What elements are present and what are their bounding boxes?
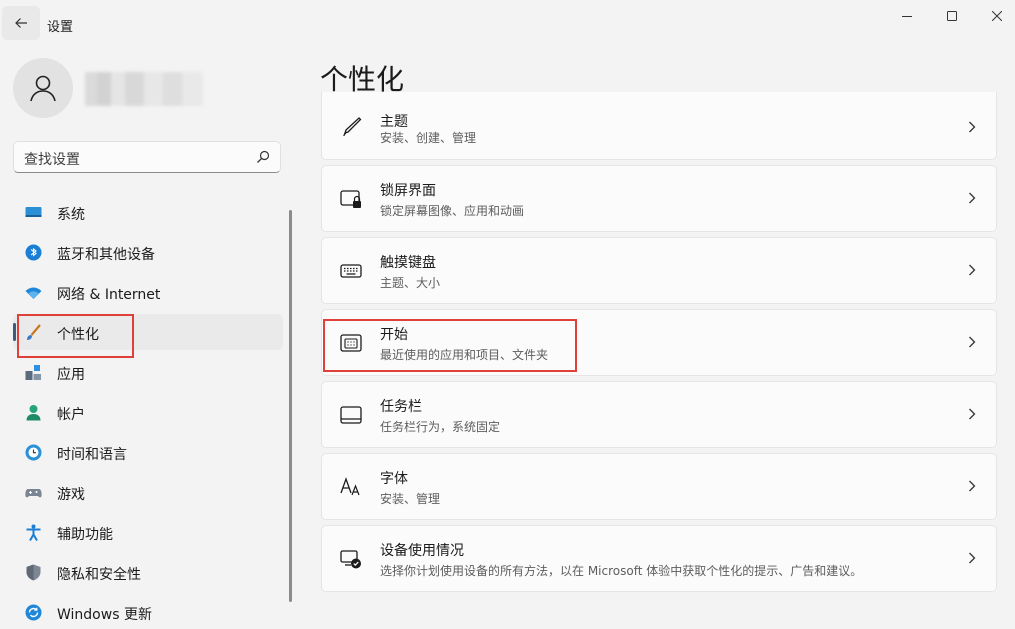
highlight-box-sidebar <box>17 314 134 358</box>
minimize-icon <box>902 16 912 17</box>
chevron-right-icon <box>969 264 976 276</box>
close-icon <box>992 11 1002 21</box>
sidebar-item-privacy[interactable]: 隐私和安全性 <box>13 554 283 590</box>
sidebar-item-bluetooth[interactable]: 蓝牙和其他设备 <box>13 234 283 270</box>
maximize-icon <box>947 11 957 21</box>
apps-icon <box>25 365 41 380</box>
card-lock-screen[interactable]: 锁屏界面 锁定屏幕图像、应用和动画 <box>321 165 997 232</box>
title-bar: 设置 <box>0 0 1015 48</box>
avatar <box>13 58 73 118</box>
chevron-right-icon <box>969 552 976 564</box>
user-profile[interactable] <box>13 58 283 118</box>
time-language-icon <box>25 444 42 461</box>
highlight-box-start-card <box>323 319 577 372</box>
chevron-right-icon <box>969 408 976 420</box>
search-placeholder: 查找设置 <box>24 152 80 168</box>
card-touch-keyboard[interactable]: 触摸键盘 主题、大小 <box>321 237 997 304</box>
sidebar-item-system[interactable]: 系统 <box>13 194 283 230</box>
chevron-right-icon <box>969 480 976 492</box>
account-icon <box>26 405 41 421</box>
chevron-right-icon <box>969 336 976 348</box>
sidebar-item-network[interactable]: 网络 & Internet <box>13 274 283 310</box>
lock-screen-icon <box>340 190 361 208</box>
selection-indicator <box>13 323 16 341</box>
chevron-right-icon <box>969 192 976 204</box>
maximize-button[interactable] <box>929 0 975 32</box>
gamepad-icon <box>25 489 42 498</box>
sidebar-nav: 系统 蓝牙和其他设备 网络 & Internet 个性化 应用 帐户 时间和语言… <box>13 194 283 629</box>
card-themes[interactable]: 主题 安装、创建、管理 <box>321 92 997 160</box>
font-icon <box>340 477 360 496</box>
update-icon <box>25 604 42 621</box>
sidebar-scrollbar[interactable] <box>289 210 292 602</box>
card-taskbar[interactable]: 任务栏 任务栏行为，系统固定 <box>321 381 997 448</box>
search-icon[interactable] <box>256 150 270 164</box>
sidebar-item-accounts[interactable]: 帐户 <box>13 394 283 430</box>
sidebar-item-time-language[interactable]: 时间和语言 <box>13 434 283 470</box>
back-arrow-icon <box>15 18 27 28</box>
minimize-button[interactable] <box>884 0 930 32</box>
accessibility-icon <box>26 524 41 541</box>
pen-icon <box>343 117 362 137</box>
sidebar-item-gaming[interactable]: 游戏 <box>13 474 283 510</box>
card-device-usage[interactable]: 设备使用情况 选择你计划使用设备的所有方法，以在 Microsoft 体验中获取… <box>321 525 997 592</box>
sidebar-item-apps[interactable]: 应用 <box>13 354 283 390</box>
wifi-icon <box>25 287 42 299</box>
taskbar-icon <box>340 406 362 424</box>
shield-icon <box>26 564 41 581</box>
app-title: 设置 <box>47 20 74 35</box>
bluetooth-icon <box>25 244 42 261</box>
keyboard-icon <box>340 264 362 278</box>
card-fonts[interactable]: 字体 安装、管理 <box>321 453 997 520</box>
back-button[interactable] <box>2 6 40 40</box>
chevron-right-icon <box>969 121 976 133</box>
close-button[interactable] <box>974 0 1015 32</box>
blurred-user-name <box>85 72 203 106</box>
search-box[interactable]: 查找设置 <box>13 141 281 173</box>
monitor-icon <box>25 207 42 217</box>
person-icon <box>30 75 56 102</box>
device-usage-icon <box>340 550 361 569</box>
sidebar-item-windows-update[interactable]: Windows 更新 <box>13 594 283 629</box>
sidebar-item-accessibility[interactable]: 辅助功能 <box>13 514 283 550</box>
